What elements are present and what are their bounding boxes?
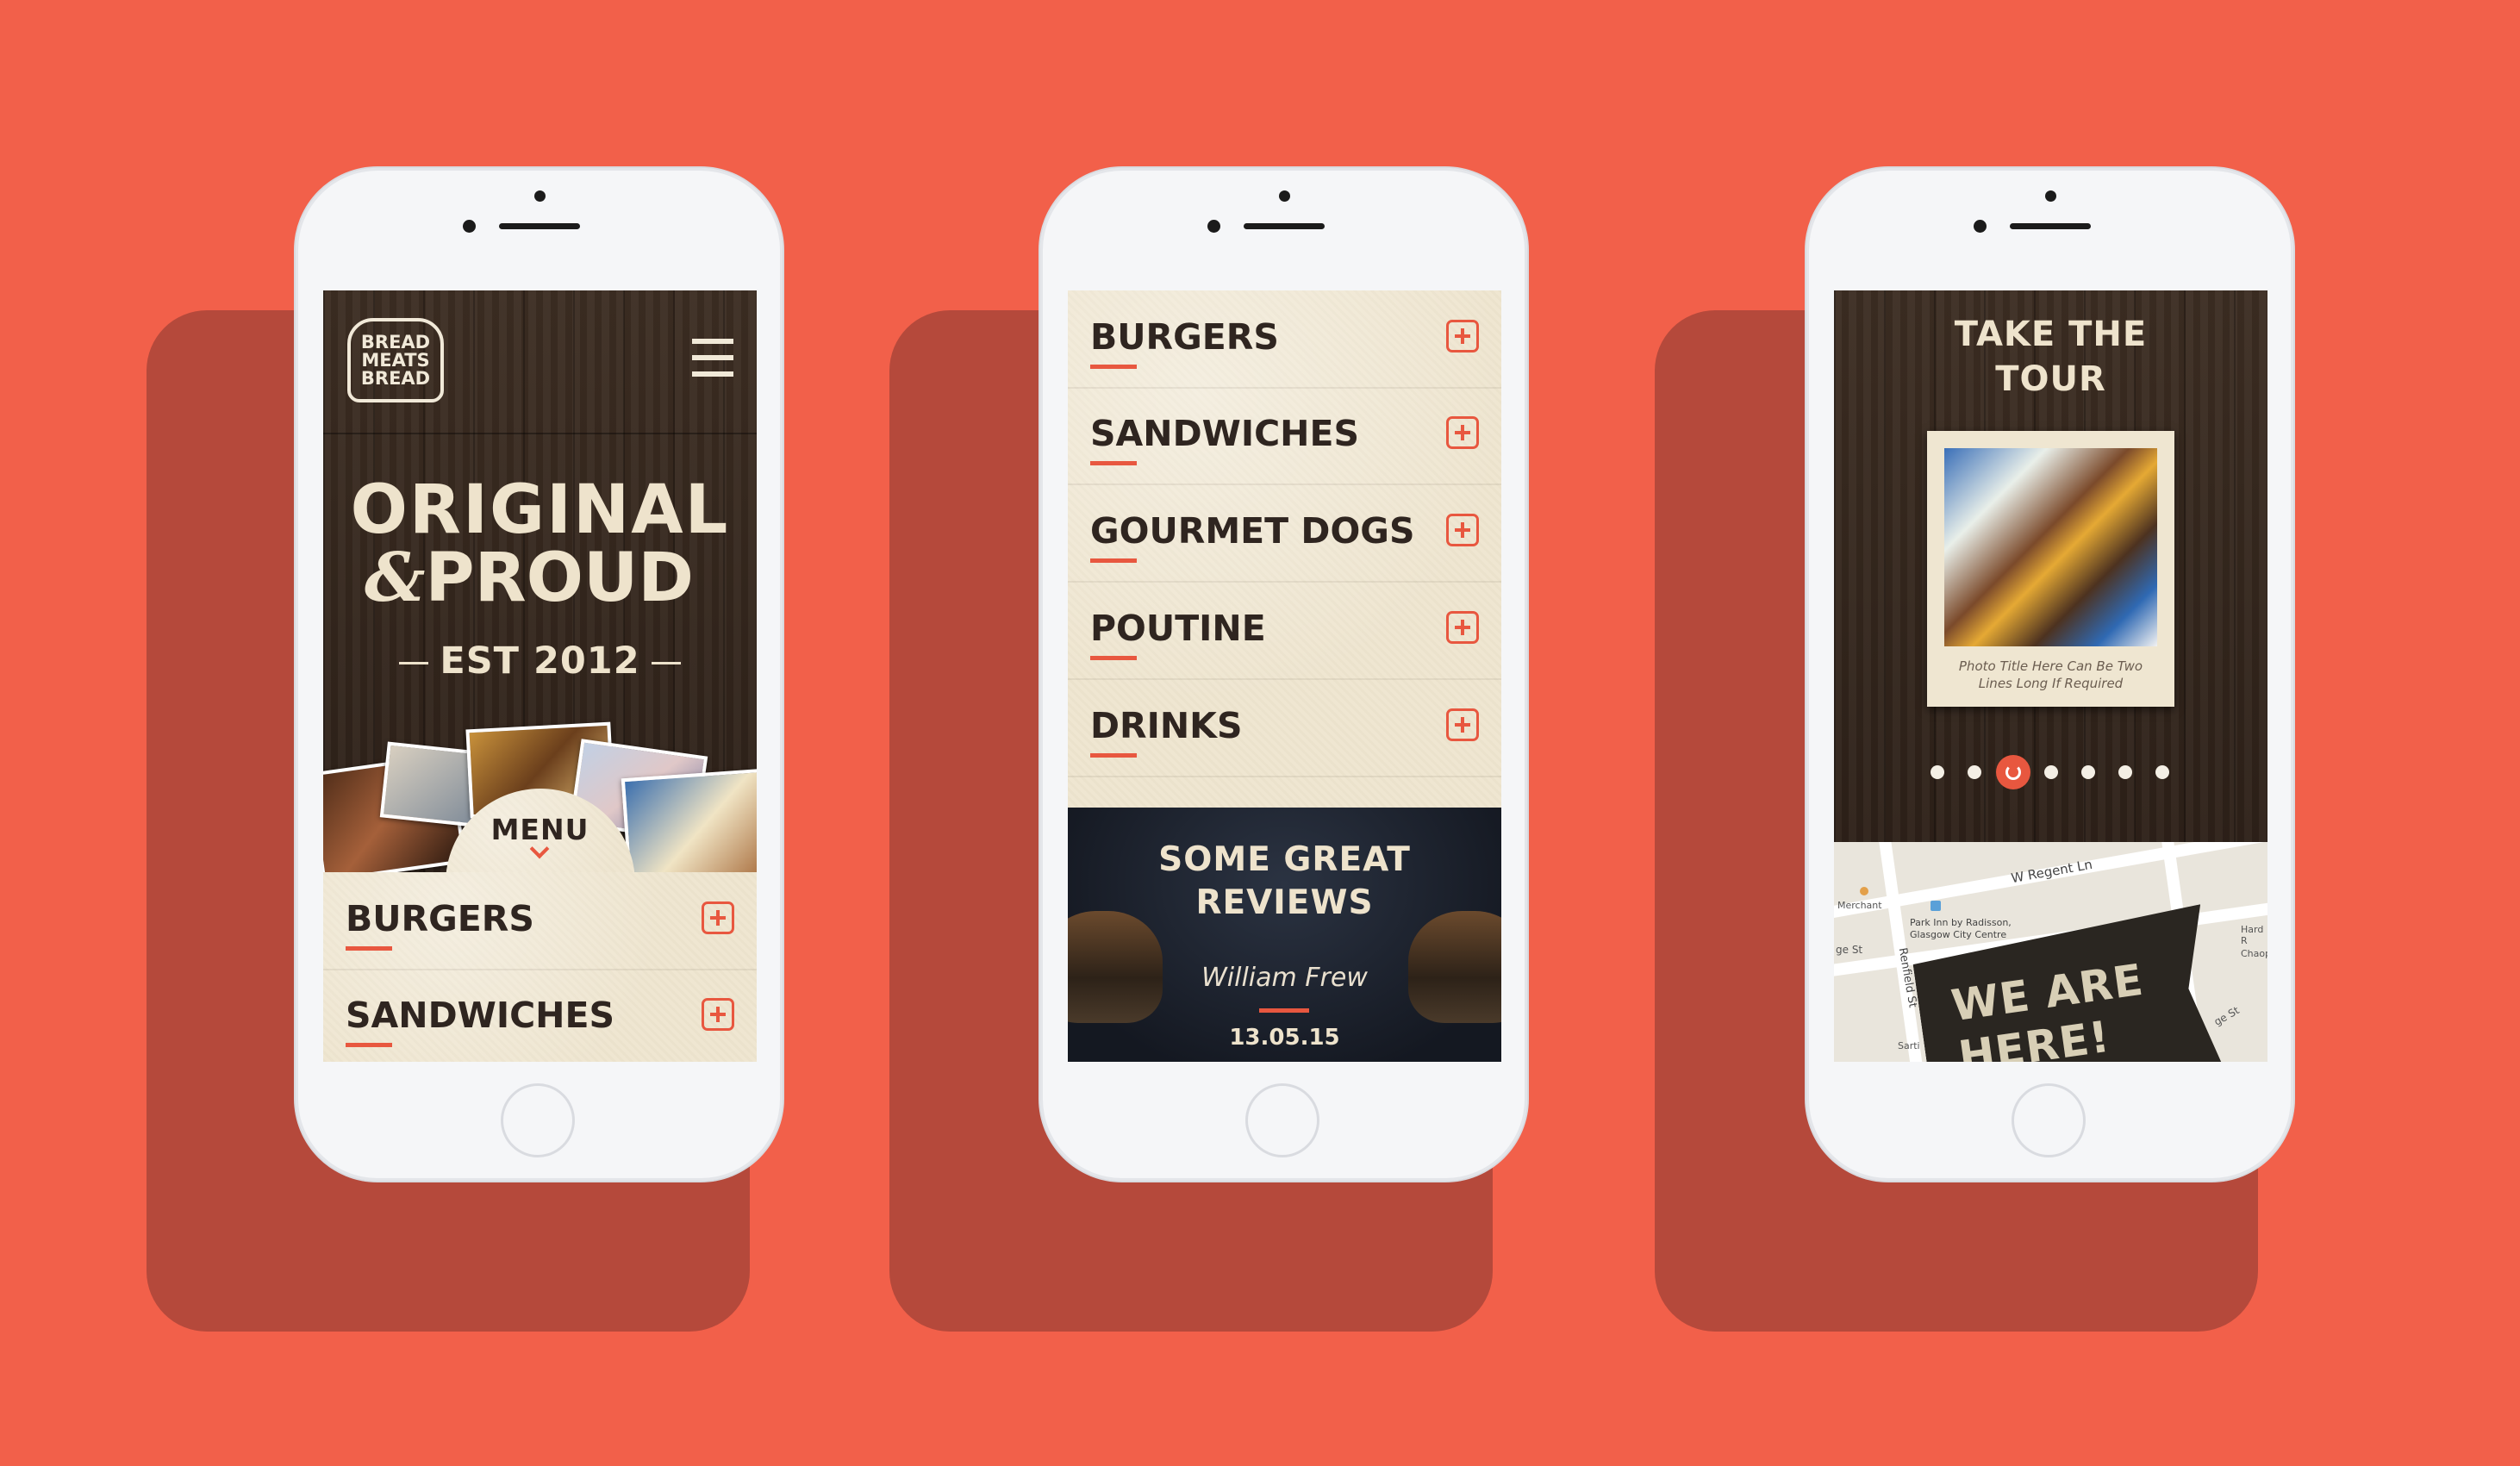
tour-photo bbox=[1944, 448, 2157, 646]
reviews-title-line1: SOME GREAT bbox=[1158, 840, 1411, 879]
phone1-screen: BREAD MEATS BREAD ORIGINAL &PROUD EST 20… bbox=[323, 290, 757, 1062]
front-camera bbox=[1207, 220, 1220, 233]
refresh-icon bbox=[2005, 764, 2021, 780]
reviews-title-line2: REVIEWS bbox=[1195, 883, 1374, 922]
location-pin-icon bbox=[1860, 887, 1868, 895]
menu-item-sandwiches[interactable]: SANDWICHES bbox=[323, 969, 757, 1062]
plus-icon[interactable] bbox=[702, 901, 734, 934]
menu-item-underline bbox=[346, 1043, 392, 1047]
hamburger-icon[interactable] bbox=[692, 339, 733, 377]
carousel-dot[interactable] bbox=[2081, 765, 2095, 779]
camera-dot bbox=[534, 190, 546, 202]
speaker bbox=[1244, 223, 1325, 229]
phone-1: BREAD MEATS BREAD ORIGINAL &PROUD EST 20… bbox=[296, 168, 783, 1181]
logo-line: MEATS bbox=[361, 350, 430, 371]
camera-dot bbox=[2045, 190, 2056, 202]
map[interactable]: W Regent Ln Merchant Park Inn by Radisso… bbox=[1834, 842, 2267, 1062]
carousel-dot[interactable] bbox=[1931, 765, 1944, 779]
plus-icon[interactable] bbox=[1446, 320, 1479, 352]
photo-caption-line1: Photo Title Here Can Be Two bbox=[1958, 658, 2143, 674]
carousel-dot[interactable] bbox=[2118, 765, 2132, 779]
plus-icon[interactable] bbox=[1446, 611, 1479, 644]
plus-icon[interactable] bbox=[702, 998, 734, 1031]
menu-item-label: BURGERS bbox=[346, 898, 534, 939]
map-street-label: ge St bbox=[2211, 1004, 2242, 1028]
reviews-section: SOME GREAT REVIEWS William Frew 13.05.15 bbox=[1068, 808, 1501, 1062]
review-author: William Frew bbox=[1201, 963, 1368, 993]
plus-icon[interactable] bbox=[1446, 514, 1479, 546]
phone2-screen: BURGERS SANDWICHES GOURMET DOGS POUTINE … bbox=[1068, 290, 1501, 1062]
map-street-label: Sarti bbox=[1898, 1040, 1920, 1051]
menu-item-label: POUTINE bbox=[1090, 608, 1266, 649]
front-camera bbox=[463, 220, 476, 233]
speaker bbox=[499, 223, 580, 229]
menu-item-drinks[interactable]: DRINKS bbox=[1068, 679, 1501, 777]
map-poi-label: Park Inn by Radisson, bbox=[1910, 917, 2012, 928]
tour-title-line1: TAKE THE bbox=[1954, 315, 2148, 354]
plus-icon[interactable] bbox=[1446, 708, 1479, 741]
carousel-dot-active[interactable] bbox=[1996, 755, 2030, 789]
menu-item-label: SANDWICHES bbox=[1090, 413, 1360, 454]
menu-item-burgers[interactable]: BURGERS bbox=[1068, 290, 1501, 389]
menu-item-label: SANDWICHES bbox=[346, 995, 615, 1036]
tour-section: TAKE THE TOUR Photo Title Here Can Be Tw… bbox=[1834, 290, 2267, 842]
map-poi-label: Glasgow City Centre bbox=[1910, 929, 2007, 940]
map-street-label: ge St bbox=[1836, 944, 1863, 956]
hero-proud: PROUD bbox=[425, 540, 695, 617]
carousel-dot[interactable] bbox=[1968, 765, 1981, 779]
est-divider-right bbox=[652, 662, 681, 664]
home-button[interactable] bbox=[1245, 1083, 1319, 1157]
menu-item-sandwiches[interactable]: SANDWICHES bbox=[1068, 387, 1501, 485]
logo-line: BREAD bbox=[360, 368, 431, 389]
menu-item-poutine[interactable]: POUTINE bbox=[1068, 582, 1501, 680]
review-date: 13.05.15 bbox=[1229, 1025, 1340, 1051]
hero-title-line1: ORIGINAL bbox=[350, 471, 730, 549]
phone-3: TAKE THE TOUR Photo Title Here Can Be Tw… bbox=[1806, 168, 2293, 1181]
home-button[interactable] bbox=[501, 1083, 575, 1157]
menu-item-label: DRINKS bbox=[1090, 705, 1243, 746]
carousel-dot[interactable] bbox=[2044, 765, 2058, 779]
menu-item-underline bbox=[1090, 461, 1137, 465]
review-underline bbox=[1259, 1008, 1309, 1013]
polaroid-card[interactable]: Photo Title Here Can Be Two Lines Long I… bbox=[1927, 431, 2174, 707]
hero-title-line2: &PROUD bbox=[365, 539, 694, 617]
phone-2: BURGERS SANDWICHES GOURMET DOGS POUTINE … bbox=[1040, 168, 1527, 1181]
camera-dot bbox=[1279, 190, 1290, 202]
menu-item-underline bbox=[1090, 558, 1137, 563]
map-street-label: W Regent Ln bbox=[2010, 856, 2094, 887]
home-button[interactable] bbox=[2012, 1083, 2086, 1157]
menu-item-underline bbox=[1090, 753, 1137, 758]
map-poi-label: Hard R bbox=[2241, 924, 2264, 946]
menu-item-burgers[interactable]: BURGERS bbox=[323, 872, 757, 970]
hero-ampersand: & bbox=[365, 539, 426, 617]
menu-item-underline bbox=[346, 946, 392, 951]
menu-item-underline bbox=[1090, 656, 1137, 660]
photo-caption-line2: Lines Long If Required bbox=[1978, 676, 2124, 691]
logo-line: BREAD bbox=[360, 332, 431, 352]
map-poi-label: Merchant bbox=[1837, 900, 1882, 911]
front-camera bbox=[1974, 220, 1987, 233]
plus-icon[interactable] bbox=[1446, 416, 1479, 449]
menu-item-label: GOURMET DOGS bbox=[1090, 510, 1415, 552]
hero-section: BREAD MEATS BREAD ORIGINAL &PROUD EST 20… bbox=[323, 290, 757, 889]
menu-item-underline bbox=[1090, 365, 1137, 369]
speaker bbox=[2010, 223, 2091, 229]
hero-est: EST 2012 bbox=[440, 639, 640, 683]
carousel-dot[interactable] bbox=[2155, 765, 2169, 779]
hotel-icon bbox=[1931, 901, 1941, 911]
menu-item-gourmet-dogs[interactable]: GOURMET DOGS bbox=[1068, 484, 1501, 583]
brand-logo[interactable]: BREAD MEATS BREAD bbox=[347, 318, 444, 402]
menu-item-label: BURGERS bbox=[1090, 316, 1279, 358]
map-poi-label: Chaop bbox=[2241, 948, 2267, 959]
phone3-screen: TAKE THE TOUR Photo Title Here Can Be Tw… bbox=[1834, 290, 2267, 1062]
tour-title-line2: TOUR bbox=[1995, 359, 2106, 399]
